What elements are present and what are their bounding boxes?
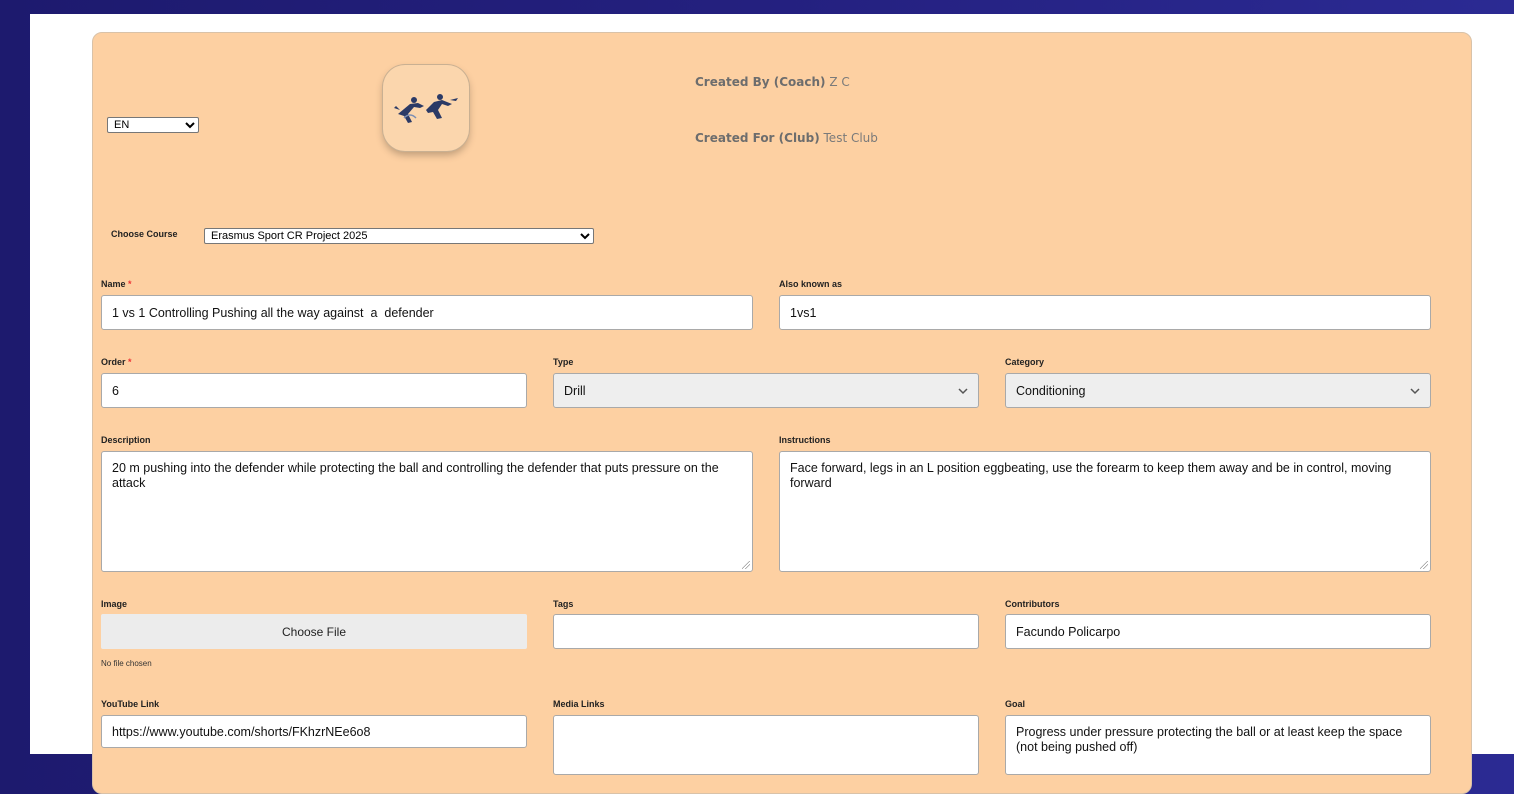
course-select[interactable]: Erasmus Sport CR Project 2025 xyxy=(204,228,594,244)
type-label: Type xyxy=(553,357,574,367)
also-known-as-value: 1vs1 xyxy=(790,305,817,320)
contributors-input[interactable]: Facundo Policarpo xyxy=(1005,614,1431,649)
name-label-text: Name xyxy=(101,279,126,289)
instructions-textarea[interactable]: Face forward, legs in an L position eggb… xyxy=(779,451,1431,572)
description-textarea[interactable]: 20 m pushing into the defender while pro… xyxy=(101,451,753,572)
created-for: Created For (Club) Test Club xyxy=(695,131,878,145)
created-for-value: Test Club xyxy=(823,131,878,145)
description-value: 20 m pushing into the defender while pro… xyxy=(112,461,719,490)
required-mark: * xyxy=(128,357,132,367)
goal-label: Goal xyxy=(1005,699,1026,709)
choose-file-button[interactable]: Choose File xyxy=(101,614,527,649)
name-label: Name * xyxy=(101,279,132,289)
order-input[interactable]: 6 xyxy=(101,373,527,408)
water-polo-players-icon xyxy=(394,94,458,123)
type-value: Drill xyxy=(564,383,586,398)
also-known-as-label: Also known as xyxy=(779,279,843,289)
file-status: No file chosen xyxy=(101,659,152,668)
created-by-label: Created By (Coach) xyxy=(695,75,826,89)
contributors-label: Contributors xyxy=(1005,599,1060,609)
order-value: 6 xyxy=(112,383,119,398)
category-label: Category xyxy=(1005,357,1045,367)
also-known-as-input[interactable]: 1vs1 xyxy=(779,295,1431,330)
type-select[interactable]: Drill xyxy=(553,373,979,408)
goal-value: Progress under pressure protecting the b… xyxy=(1016,725,1403,754)
tags-input[interactable] xyxy=(553,614,979,649)
created-for-label: Created For (Club) xyxy=(695,131,820,145)
tags-label: Tags xyxy=(553,599,574,609)
name-input[interactable]: 1 vs 1 Controlling Pushing all the way a… xyxy=(101,295,753,330)
media-links-label: Media Links xyxy=(553,699,605,709)
name-value: 1 vs 1 Controlling Pushing all the way a… xyxy=(112,305,434,320)
club-logo xyxy=(383,65,469,151)
order-label-text: Order xyxy=(101,357,126,367)
instructions-value: Face forward, legs in an L position eggb… xyxy=(790,461,1392,490)
youtube-link-input[interactable]: https://www.youtube.com/shorts/FKhzrNEe6… xyxy=(101,715,527,748)
exercise-form-card: EN Created By (Coach) Z C Created For (C… xyxy=(92,32,1472,794)
chevron-down-icon xyxy=(958,387,968,394)
chevron-down-icon xyxy=(1410,387,1420,394)
order-label: Order * xyxy=(101,357,132,367)
instructions-label: Instructions xyxy=(779,435,831,445)
language-select[interactable]: EN xyxy=(107,117,199,133)
contributors-value: Facundo Policarpo xyxy=(1016,624,1121,639)
category-select[interactable]: Conditioning xyxy=(1005,373,1431,408)
created-by: Created By (Coach) Z C xyxy=(695,75,850,89)
resize-grip-icon[interactable] xyxy=(1420,561,1428,569)
page-background: EN Created By (Coach) Z C Created For (C… xyxy=(30,14,1514,794)
image-label: Image xyxy=(101,599,128,609)
youtube-link-label: YouTube Link xyxy=(101,699,160,709)
category-value: Conditioning xyxy=(1016,383,1086,398)
resize-grip-icon[interactable] xyxy=(742,561,750,569)
youtube-link-value: https://www.youtube.com/shorts/FKhzrNEe6… xyxy=(112,724,371,739)
required-mark: * xyxy=(128,279,132,289)
goal-textarea[interactable]: Progress under pressure protecting the b… xyxy=(1005,715,1431,775)
choose-course-label: Choose Course xyxy=(111,229,178,239)
description-label: Description xyxy=(101,435,151,445)
media-links-textarea[interactable] xyxy=(553,715,979,775)
created-by-value: Z C xyxy=(829,75,850,89)
